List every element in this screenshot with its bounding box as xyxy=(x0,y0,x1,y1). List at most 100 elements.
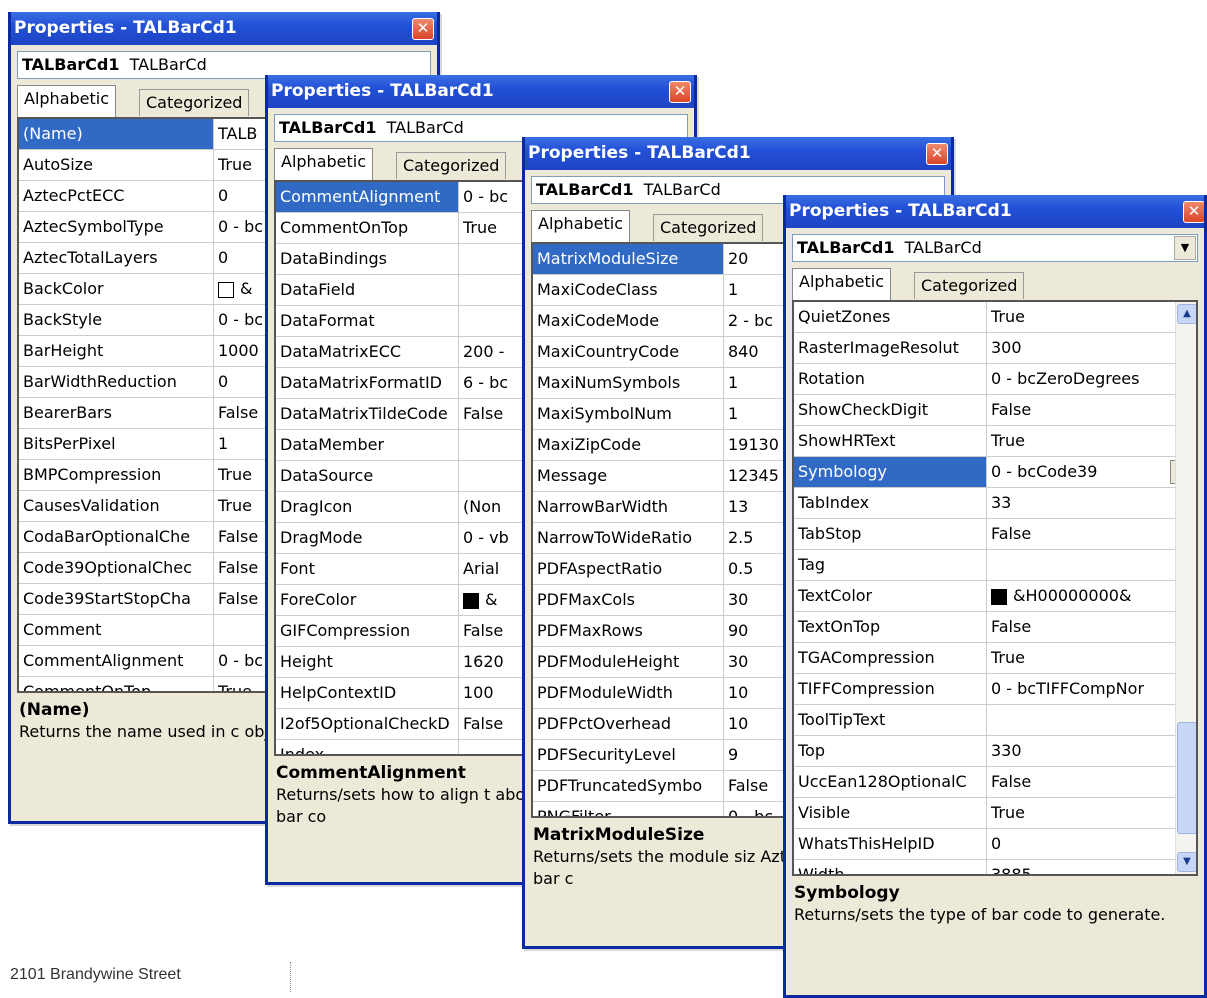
property-name: TGACompression xyxy=(794,643,987,673)
property-value[interactable]: True xyxy=(987,643,1196,673)
property-value-text: 100 xyxy=(463,683,494,702)
property-value-text: 30 xyxy=(728,590,749,609)
property-value-text: 30 xyxy=(728,652,749,671)
property-name: AutoSize xyxy=(19,150,214,180)
property-row[interactable]: Top 330 xyxy=(794,736,1196,767)
property-value-text: &H00000000& xyxy=(1013,586,1132,605)
property-value[interactable]: 0 - bcZeroDegrees xyxy=(987,364,1196,394)
property-row[interactable]: Tag xyxy=(794,550,1196,581)
property-value[interactable]: 3885 xyxy=(987,860,1196,876)
property-row[interactable]: Rotation 0 - bcZeroDegrees xyxy=(794,364,1196,395)
scrollbar-thumb[interactable] xyxy=(1177,722,1196,834)
property-name: PNGFilter xyxy=(533,802,724,816)
property-name: DataBindings xyxy=(276,244,459,274)
property-row[interactable]: WhatsThisHelpID 0 xyxy=(794,829,1196,860)
property-value[interactable]: True xyxy=(987,426,1196,456)
window-titlebar[interactable]: Properties - TALBarCd1 ✕ xyxy=(786,195,1204,228)
object-type: TALBarCd xyxy=(643,180,721,199)
property-row[interactable]: ToolTipText xyxy=(794,705,1196,736)
tab-categorized[interactable]: Categorized xyxy=(653,214,764,241)
property-name: Code39StartStopCha xyxy=(19,584,214,614)
window-titlebar[interactable]: Properties - TALBarCd1 ✕ xyxy=(525,137,951,170)
property-value-text: 6 - bc xyxy=(463,373,509,392)
chevron-down-icon[interactable]: ▼ xyxy=(1174,236,1196,260)
property-name: PDFPctOverhead xyxy=(533,709,724,739)
property-name: MaxiNumSymbols xyxy=(533,368,724,398)
property-name: UccEan128OptionalC xyxy=(794,767,987,797)
close-icon[interactable]: ✕ xyxy=(412,18,434,40)
object-name: TALBarCd1 xyxy=(279,118,377,137)
property-name: CommentAlignment xyxy=(19,646,214,676)
property-name: BMPCompression xyxy=(19,460,214,490)
property-value-text: 13 xyxy=(728,497,749,516)
property-value[interactable]: True xyxy=(987,798,1196,828)
property-row[interactable]: Visible True xyxy=(794,798,1196,829)
window-titlebar[interactable]: Properties - TALBarCd1 ✕ xyxy=(268,75,694,108)
tab-alphabetic[interactable]: Alphabetic xyxy=(531,210,631,242)
color-swatch xyxy=(991,588,1007,605)
property-value[interactable] xyxy=(987,550,1196,580)
property-row[interactable]: RasterImageResolut 300 xyxy=(794,333,1196,364)
property-row[interactable]: ShowCheckDigit False xyxy=(794,395,1196,426)
property-row[interactable]: Symbology0 - bcCode39▼ xyxy=(794,457,1196,488)
property-name: ShowHRText xyxy=(794,426,987,456)
property-row[interactable]: TextOnTop False xyxy=(794,612,1196,643)
vertical-scrollbar[interactable]: ▲ ▼ xyxy=(1175,302,1196,874)
property-value-text: False xyxy=(991,524,1032,543)
property-value[interactable]: 300 xyxy=(987,333,1196,363)
color-swatch xyxy=(463,592,479,609)
property-value[interactable]: 33 xyxy=(987,488,1196,518)
property-row[interactable]: UccEan128OptionalC False xyxy=(794,767,1196,798)
property-value[interactable]: False xyxy=(987,612,1196,642)
property-value[interactable]: &H00000000& xyxy=(987,581,1196,611)
property-row[interactable]: TabIndex 33 xyxy=(794,488,1196,519)
window-title: Properties - TALBarCd1 xyxy=(528,143,751,163)
property-value[interactable]: False xyxy=(987,395,1196,425)
property-value-text: True xyxy=(463,218,497,237)
property-row[interactable]: TGACompression True xyxy=(794,643,1196,674)
tab-categorized[interactable]: Categorized xyxy=(139,89,250,116)
property-name: NarrowToWideRatio xyxy=(533,523,724,553)
property-row[interactable]: ShowHRText True xyxy=(794,426,1196,457)
tab-categorized[interactable]: Categorized xyxy=(914,272,1025,299)
property-value-text: 1 xyxy=(218,434,229,453)
property-value[interactable]: 330 xyxy=(987,736,1196,766)
property-value[interactable]: 0 xyxy=(987,829,1196,859)
close-icon[interactable]: ✕ xyxy=(1183,201,1204,223)
object-selector[interactable]: TALBarCd1 TALBarCd ▼ xyxy=(792,234,1198,262)
property-row[interactable]: TextColor &H00000000& xyxy=(794,581,1196,612)
property-value-text: 0 - bc xyxy=(218,217,264,236)
property-row[interactable]: QuietZones True xyxy=(794,302,1196,333)
property-name: Code39OptionalChec xyxy=(19,553,214,583)
property-row[interactable]: TIFFCompression 0 - bcTIFFCompNor xyxy=(794,674,1196,705)
window-title: Properties - TALBarCd1 xyxy=(14,18,237,38)
property-row[interactable]: Width 3885 xyxy=(794,860,1196,876)
property-value-text: 3885 xyxy=(991,865,1032,876)
tab-alphabetic[interactable]: Alphabetic xyxy=(792,268,892,300)
property-value-text: 19130 xyxy=(728,435,779,454)
property-value[interactable]: True xyxy=(987,302,1196,332)
property-name: CodaBarOptionalChe xyxy=(19,522,214,552)
property-value[interactable]: False xyxy=(987,767,1196,797)
property-value[interactable]: 0 - bcTIFFCompNor xyxy=(987,674,1196,704)
property-value-text: 840 xyxy=(728,342,759,361)
property-name: CommentAlignment xyxy=(276,182,459,212)
property-value-text: 0 - bcCode39 xyxy=(991,462,1098,481)
scroll-down-icon[interactable]: ▼ xyxy=(1177,852,1196,872)
scroll-up-icon[interactable]: ▲ xyxy=(1177,304,1196,324)
tab-alphabetic[interactable]: Alphabetic xyxy=(17,85,117,117)
close-icon[interactable]: ✕ xyxy=(926,143,948,165)
tab-alphabetic[interactable]: Alphabetic xyxy=(274,148,374,180)
tab-strip: Alphabetic Categorized xyxy=(792,268,1198,300)
property-name: PDFSecurityLevel xyxy=(533,740,724,770)
tab-categorized[interactable]: Categorized xyxy=(396,152,507,179)
property-value[interactable] xyxy=(987,705,1196,735)
close-icon[interactable]: ✕ xyxy=(669,81,691,103)
property-value[interactable]: False xyxy=(987,519,1196,549)
property-name: HelpContextID xyxy=(276,678,459,708)
property-value[interactable]: 0 - bcCode39▼ xyxy=(987,457,1196,487)
window-titlebar[interactable]: Properties - TALBarCd1 ✕ xyxy=(11,12,437,45)
property-value-text: False xyxy=(218,589,259,608)
property-row[interactable]: TabStop False xyxy=(794,519,1196,550)
property-value-text: 300 xyxy=(991,338,1022,357)
